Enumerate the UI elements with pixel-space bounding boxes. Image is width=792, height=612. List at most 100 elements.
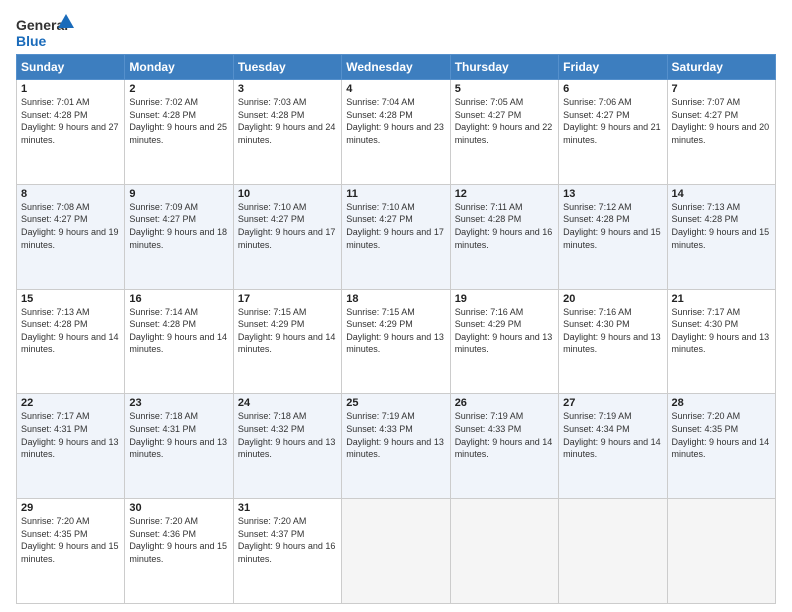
- day-number: 26: [455, 397, 554, 409]
- day-info: Sunrise: 7:13 AMSunset: 4:28 PMDaylight:…: [21, 306, 120, 356]
- calendar-week-3: 15Sunrise: 7:13 AMSunset: 4:28 PMDayligh…: [17, 289, 776, 394]
- day-info: Sunrise: 7:20 AMSunset: 4:36 PMDaylight:…: [129, 515, 228, 565]
- calendar-cell: 21Sunrise: 7:17 AMSunset: 4:30 PMDayligh…: [667, 289, 775, 394]
- day-number: 18: [346, 293, 445, 305]
- day-info: Sunrise: 7:18 AMSunset: 4:31 PMDaylight:…: [129, 410, 228, 460]
- day-number: 3: [238, 83, 337, 95]
- day-number: 8: [21, 188, 120, 200]
- day-number: 16: [129, 293, 228, 305]
- day-number: 13: [563, 188, 662, 200]
- day-info: Sunrise: 7:05 AMSunset: 4:27 PMDaylight:…: [455, 96, 554, 146]
- header-day-sunday: Sunday: [17, 55, 125, 80]
- calendar-week-4: 22Sunrise: 7:17 AMSunset: 4:31 PMDayligh…: [17, 394, 776, 499]
- day-info: Sunrise: 7:19 AMSunset: 4:33 PMDaylight:…: [346, 410, 445, 460]
- day-number: 9: [129, 188, 228, 200]
- calendar-cell: 30Sunrise: 7:20 AMSunset: 4:36 PMDayligh…: [125, 499, 233, 604]
- calendar-cell: 2Sunrise: 7:02 AMSunset: 4:28 PMDaylight…: [125, 80, 233, 185]
- day-number: 6: [563, 83, 662, 95]
- calendar-cell: 24Sunrise: 7:18 AMSunset: 4:32 PMDayligh…: [233, 394, 341, 499]
- day-number: 14: [672, 188, 771, 200]
- calendar-cell: 17Sunrise: 7:15 AMSunset: 4:29 PMDayligh…: [233, 289, 341, 394]
- day-info: Sunrise: 7:20 AMSunset: 4:37 PMDaylight:…: [238, 515, 337, 565]
- calendar-cell: 22Sunrise: 7:17 AMSunset: 4:31 PMDayligh…: [17, 394, 125, 499]
- header-day-saturday: Saturday: [667, 55, 775, 80]
- header-day-tuesday: Tuesday: [233, 55, 341, 80]
- calendar-cell: 15Sunrise: 7:13 AMSunset: 4:28 PMDayligh…: [17, 289, 125, 394]
- calendar-cell: [342, 499, 450, 604]
- day-number: 21: [672, 293, 771, 305]
- calendar-cell: [559, 499, 667, 604]
- calendar-cell: 5Sunrise: 7:05 AMSunset: 4:27 PMDaylight…: [450, 80, 558, 185]
- day-info: Sunrise: 7:19 AMSunset: 4:34 PMDaylight:…: [563, 410, 662, 460]
- day-number: 27: [563, 397, 662, 409]
- day-info: Sunrise: 7:10 AMSunset: 4:27 PMDaylight:…: [346, 201, 445, 251]
- day-info: Sunrise: 7:13 AMSunset: 4:28 PMDaylight:…: [672, 201, 771, 251]
- day-number: 15: [21, 293, 120, 305]
- calendar-cell: 29Sunrise: 7:20 AMSunset: 4:35 PMDayligh…: [17, 499, 125, 604]
- calendar-cell: [450, 499, 558, 604]
- day-info: Sunrise: 7:01 AMSunset: 4:28 PMDaylight:…: [21, 96, 120, 146]
- calendar-cell: 6Sunrise: 7:06 AMSunset: 4:27 PMDaylight…: [559, 80, 667, 185]
- day-number: 1: [21, 83, 120, 95]
- day-info: Sunrise: 7:18 AMSunset: 4:32 PMDaylight:…: [238, 410, 337, 460]
- calendar-cell: 9Sunrise: 7:09 AMSunset: 4:27 PMDaylight…: [125, 184, 233, 289]
- header-day-monday: Monday: [125, 55, 233, 80]
- day-info: Sunrise: 7:15 AMSunset: 4:29 PMDaylight:…: [238, 306, 337, 356]
- day-number: 24: [238, 397, 337, 409]
- calendar-cell: 10Sunrise: 7:10 AMSunset: 4:27 PMDayligh…: [233, 184, 341, 289]
- day-number: 19: [455, 293, 554, 305]
- calendar-cell: 4Sunrise: 7:04 AMSunset: 4:28 PMDaylight…: [342, 80, 450, 185]
- day-info: Sunrise: 7:20 AMSunset: 4:35 PMDaylight:…: [21, 515, 120, 565]
- day-number: 20: [563, 293, 662, 305]
- calendar-cell: 19Sunrise: 7:16 AMSunset: 4:29 PMDayligh…: [450, 289, 558, 394]
- day-number: 22: [21, 397, 120, 409]
- day-info: Sunrise: 7:04 AMSunset: 4:28 PMDaylight:…: [346, 96, 445, 146]
- day-number: 30: [129, 502, 228, 514]
- day-number: 28: [672, 397, 771, 409]
- day-info: Sunrise: 7:16 AMSunset: 4:29 PMDaylight:…: [455, 306, 554, 356]
- header: General Blue: [16, 12, 776, 50]
- day-number: 25: [346, 397, 445, 409]
- day-info: Sunrise: 7:07 AMSunset: 4:27 PMDaylight:…: [672, 96, 771, 146]
- day-info: Sunrise: 7:16 AMSunset: 4:30 PMDaylight:…: [563, 306, 662, 356]
- day-number: 10: [238, 188, 337, 200]
- day-info: Sunrise: 7:06 AMSunset: 4:27 PMDaylight:…: [563, 96, 662, 146]
- calendar-cell: 11Sunrise: 7:10 AMSunset: 4:27 PMDayligh…: [342, 184, 450, 289]
- calendar-cell: 26Sunrise: 7:19 AMSunset: 4:33 PMDayligh…: [450, 394, 558, 499]
- day-info: Sunrise: 7:08 AMSunset: 4:27 PMDaylight:…: [21, 201, 120, 251]
- calendar-cell: 16Sunrise: 7:14 AMSunset: 4:28 PMDayligh…: [125, 289, 233, 394]
- calendar-cell: 14Sunrise: 7:13 AMSunset: 4:28 PMDayligh…: [667, 184, 775, 289]
- calendar-cell: 12Sunrise: 7:11 AMSunset: 4:28 PMDayligh…: [450, 184, 558, 289]
- calendar-week-1: 1Sunrise: 7:01 AMSunset: 4:28 PMDaylight…: [17, 80, 776, 185]
- day-info: Sunrise: 7:14 AMSunset: 4:28 PMDaylight:…: [129, 306, 228, 356]
- header-day-friday: Friday: [559, 55, 667, 80]
- day-info: Sunrise: 7:11 AMSunset: 4:28 PMDaylight:…: [455, 201, 554, 251]
- calendar-cell: 27Sunrise: 7:19 AMSunset: 4:34 PMDayligh…: [559, 394, 667, 499]
- calendar-cell: 8Sunrise: 7:08 AMSunset: 4:27 PMDaylight…: [17, 184, 125, 289]
- calendar-week-2: 8Sunrise: 7:08 AMSunset: 4:27 PMDaylight…: [17, 184, 776, 289]
- calendar-cell: 3Sunrise: 7:03 AMSunset: 4:28 PMDaylight…: [233, 80, 341, 185]
- day-number: 12: [455, 188, 554, 200]
- day-info: Sunrise: 7:12 AMSunset: 4:28 PMDaylight:…: [563, 201, 662, 251]
- calendar-cell: [667, 499, 775, 604]
- day-number: 5: [455, 83, 554, 95]
- day-info: Sunrise: 7:02 AMSunset: 4:28 PMDaylight:…: [129, 96, 228, 146]
- calendar-table: SundayMondayTuesdayWednesdayThursdayFrid…: [16, 54, 776, 604]
- day-info: Sunrise: 7:20 AMSunset: 4:35 PMDaylight:…: [672, 410, 771, 460]
- day-number: 23: [129, 397, 228, 409]
- calendar-cell: 1Sunrise: 7:01 AMSunset: 4:28 PMDaylight…: [17, 80, 125, 185]
- calendar-cell: 7Sunrise: 7:07 AMSunset: 4:27 PMDaylight…: [667, 80, 775, 185]
- day-info: Sunrise: 7:17 AMSunset: 4:31 PMDaylight:…: [21, 410, 120, 460]
- calendar-cell: 31Sunrise: 7:20 AMSunset: 4:37 PMDayligh…: [233, 499, 341, 604]
- day-number: 2: [129, 83, 228, 95]
- calendar-week-5: 29Sunrise: 7:20 AMSunset: 4:35 PMDayligh…: [17, 499, 776, 604]
- calendar-cell: 18Sunrise: 7:15 AMSunset: 4:29 PMDayligh…: [342, 289, 450, 394]
- day-number: 31: [238, 502, 337, 514]
- day-number: 7: [672, 83, 771, 95]
- logo: General Blue: [16, 12, 76, 50]
- header-day-wednesday: Wednesday: [342, 55, 450, 80]
- calendar-cell: 28Sunrise: 7:20 AMSunset: 4:35 PMDayligh…: [667, 394, 775, 499]
- day-info: Sunrise: 7:03 AMSunset: 4:28 PMDaylight:…: [238, 96, 337, 146]
- day-info: Sunrise: 7:10 AMSunset: 4:27 PMDaylight:…: [238, 201, 337, 251]
- calendar-cell: 25Sunrise: 7:19 AMSunset: 4:33 PMDayligh…: [342, 394, 450, 499]
